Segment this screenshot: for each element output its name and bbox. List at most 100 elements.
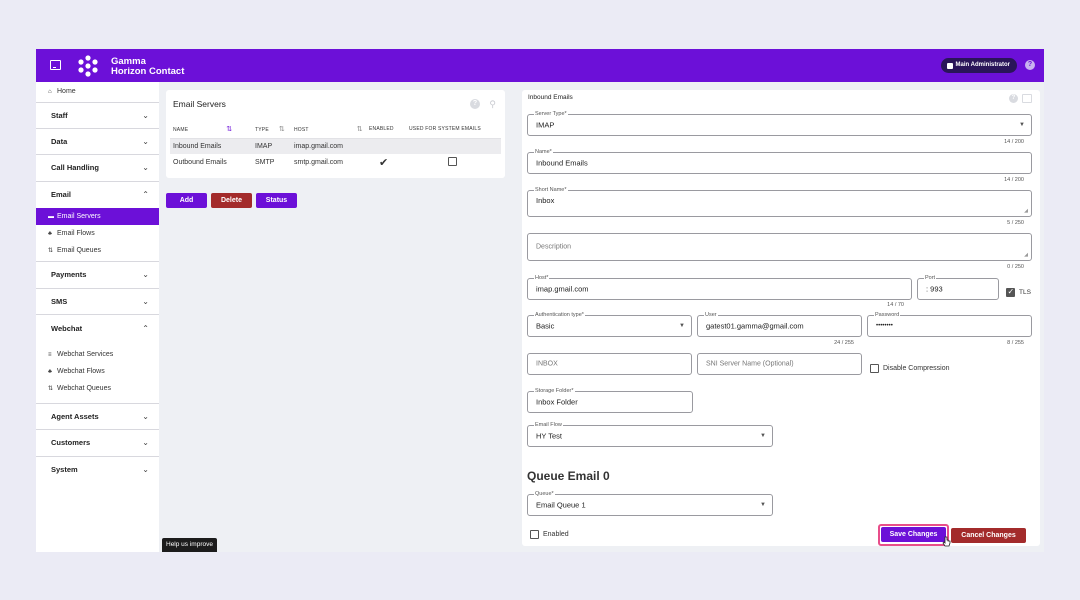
sort-icon[interactable]: ⇅ bbox=[357, 126, 363, 133]
short-name-field[interactable]: Short Name* Inbox ◢ bbox=[527, 186, 1032, 217]
sidebar-section-sms[interactable]: SMS ⌄ bbox=[36, 289, 159, 315]
user-field[interactable]: User gatest01.gamma@gmail.com bbox=[697, 311, 862, 337]
sidebar-section-data[interactable]: Data ⌄ bbox=[36, 129, 159, 155]
resize-handle-icon[interactable]: ◢ bbox=[1024, 208, 1028, 214]
description-field[interactable]: Description ◢ bbox=[527, 233, 1032, 261]
password-field[interactable]: Password •••••••• bbox=[867, 311, 1032, 337]
server-type-select[interactable]: Server Type* IMAP ▼ bbox=[527, 110, 1032, 136]
host-field[interactable]: Host* imap.gmail.com bbox=[527, 274, 912, 300]
sidebar-item-email-flows[interactable]: ♣ Email Flows bbox=[36, 225, 159, 242]
sidebar-section-agent-assets[interactable]: Agent Assets ⌄ bbox=[36, 404, 159, 430]
chevron-down-icon: ⌄ bbox=[142, 136, 149, 146]
expand-icon[interactable] bbox=[1022, 94, 1032, 103]
add-button[interactable]: Add bbox=[166, 193, 207, 208]
sort-asc-icon[interactable]: ⇅ bbox=[226, 126, 232, 133]
top-bar: Gamma Horizon Contact Main Administrator… bbox=[36, 49, 1044, 82]
chevron-down-icon: ⌄ bbox=[142, 270, 149, 280]
short-name-count: 5 / 250 bbox=[1007, 220, 1024, 226]
inbox-field[interactable]: INBOX bbox=[527, 353, 692, 375]
column-header-type[interactable]: TYPE ⇅ bbox=[252, 120, 291, 139]
chevron-down-icon: ⌄ bbox=[142, 465, 149, 475]
cell-name: Inbound Emails bbox=[170, 138, 252, 154]
user-menu-button[interactable]: Main Administrator bbox=[940, 58, 1017, 73]
sidebar-section-webchat[interactable]: Webchat ⌃ bbox=[36, 315, 159, 342]
flow-icon: ♣ bbox=[48, 231, 52, 237]
description-count: 0 / 250 bbox=[1007, 264, 1024, 270]
menu-toggle-icon[interactable] bbox=[50, 60, 61, 70]
sidebar-item-webchat-services[interactable]: ≡ Webchat Services bbox=[36, 346, 159, 363]
cell-system bbox=[406, 138, 501, 154]
email-flow-select[interactable]: Email Flow HY Test ▼ bbox=[527, 421, 773, 447]
search-icon[interactable]: ⚲ bbox=[489, 99, 496, 110]
sni-server-name-field[interactable]: SNI Server Name (Optional) bbox=[697, 353, 862, 375]
help-icon[interactable]: ? bbox=[470, 99, 480, 109]
sidebar-item-email-queues[interactable]: ⇅ Email Queues bbox=[36, 242, 159, 259]
tls-label: TLS bbox=[1019, 289, 1031, 296]
queue-select[interactable]: Queue* Email Queue 1 ▼ bbox=[527, 490, 773, 516]
status-button[interactable]: Status bbox=[256, 193, 297, 208]
chevron-up-icon: ⌃ bbox=[142, 323, 149, 333]
port-field[interactable]: Port : 993 bbox=[917, 274, 999, 300]
brand-name: Gamma Horizon Contact bbox=[111, 57, 184, 77]
chevron-down-icon: ⌄ bbox=[142, 438, 149, 448]
column-header-enabled[interactable]: ENABLED bbox=[366, 120, 406, 139]
chevron-down-icon: ⌄ bbox=[142, 411, 149, 421]
cell-host: imap.gmail.com bbox=[291, 138, 366, 154]
sort-icon[interactable]: ⇅ bbox=[279, 126, 285, 133]
table-row[interactable]: Inbound Emails IMAP imap.gmail.com bbox=[170, 138, 501, 154]
help-icon[interactable]: ? bbox=[1009, 94, 1018, 103]
unchecked-box-icon bbox=[448, 156, 457, 166]
table-row[interactable]: Outbound Emails SMTP smtp.gmail.com ✔ bbox=[170, 154, 501, 170]
chevron-down-icon: ⌄ bbox=[142, 110, 149, 120]
help-us-improve-tab[interactable]: Help us improve bbox=[162, 538, 217, 552]
sidebar-section-customers[interactable]: Customers ⌄ bbox=[36, 430, 159, 457]
column-header-system-emails[interactable]: USED FOR SYSTEM EMAILS bbox=[406, 120, 501, 139]
sidebar-section-email[interactable]: Email ⌃ bbox=[36, 182, 159, 209]
disable-compression-label: Disable Compression bbox=[883, 365, 950, 372]
cell-enabled bbox=[366, 138, 406, 154]
email-submenu: ▬ Email Servers ♣ Email Flows ⇅ Email Queue… bbox=[36, 208, 159, 262]
column-header-name[interactable]: NAME ⇅ bbox=[170, 120, 252, 139]
caret-down-icon: ▼ bbox=[679, 323, 685, 329]
app-window: Gamma Horizon Contact Main Administrator… bbox=[36, 49, 1044, 552]
enabled-checkbox[interactable] bbox=[530, 530, 539, 539]
email-servers-card: Email Servers ? ⚲ NAME ⇅ TYPE ⇅ HOST ⇅ ENAB… bbox=[166, 90, 505, 178]
disable-compression-checkbox[interactable] bbox=[870, 364, 879, 373]
sidebar-item-webchat-queues[interactable]: ⇅ Webchat Queues bbox=[36, 380, 159, 397]
cell-system bbox=[406, 154, 501, 170]
cell-enabled: ✔ bbox=[366, 154, 406, 170]
help-icon[interactable]: ? bbox=[1025, 60, 1035, 70]
caret-down-icon: ▼ bbox=[1019, 122, 1025, 128]
sidebar-section-system[interactable]: System ⌄ bbox=[36, 457, 159, 484]
mail-icon: ▬ bbox=[48, 214, 54, 220]
name-field[interactable]: Name* Inbound Emails bbox=[527, 148, 1032, 174]
sidebar-section-staff[interactable]: Staff ⌄ bbox=[36, 102, 159, 129]
server-detail-card: Inbound Emails ? Server Type* IMAP ▼ 14 … bbox=[522, 90, 1040, 547]
column-header-host[interactable]: HOST ⇅ bbox=[291, 120, 366, 139]
sidebar-item-webchat-flows[interactable]: ♣ Webchat Flows bbox=[36, 363, 159, 380]
tls-checkbox[interactable] bbox=[1006, 287, 1015, 297]
hand-cursor-icon bbox=[942, 536, 951, 547]
sidebar-item-home[interactable]: ⌂ Home bbox=[36, 82, 159, 102]
delete-button[interactable]: Delete bbox=[211, 193, 252, 208]
cell-name: Outbound Emails bbox=[173, 158, 227, 166]
enabled-label: Enabled bbox=[543, 531, 569, 538]
servers-table: NAME ⇅ TYPE ⇅ HOST ⇅ ENABLED USED FOR SYSTE… bbox=[170, 120, 501, 170]
sidebar-section-call-handling[interactable]: Call Handling ⌄ bbox=[36, 155, 159, 182]
resize-handle-icon[interactable]: ◢ bbox=[1024, 252, 1028, 258]
host-count: 14 / 70 bbox=[887, 302, 904, 308]
user-label: Main Administrator bbox=[955, 62, 1010, 68]
save-changes-button[interactable]: Save Changes bbox=[881, 527, 946, 542]
auth-type-select[interactable]: Authentication type* Basic ▼ bbox=[527, 311, 692, 337]
chevron-up-icon: ⌃ bbox=[142, 190, 149, 200]
storage-folder-field[interactable]: Storage Folder* Inbox Folder bbox=[527, 387, 693, 413]
brand-line-2: Horizon Contact bbox=[111, 66, 185, 77]
name-count: 14 / 200 bbox=[1004, 177, 1024, 183]
chevron-down-icon: ⌄ bbox=[142, 163, 149, 173]
home-icon: ⌂ bbox=[48, 89, 52, 95]
queue-icon: ⇅ bbox=[48, 385, 54, 392]
sidebar-item-email-servers[interactable]: ▬ Email Servers bbox=[36, 208, 159, 225]
cancel-changes-button[interactable]: Cancel Changes bbox=[951, 528, 1026, 543]
cell-host: smtp.gmail.com bbox=[294, 158, 344, 166]
sidebar-section-payments[interactable]: Payments ⌄ bbox=[36, 262, 159, 289]
